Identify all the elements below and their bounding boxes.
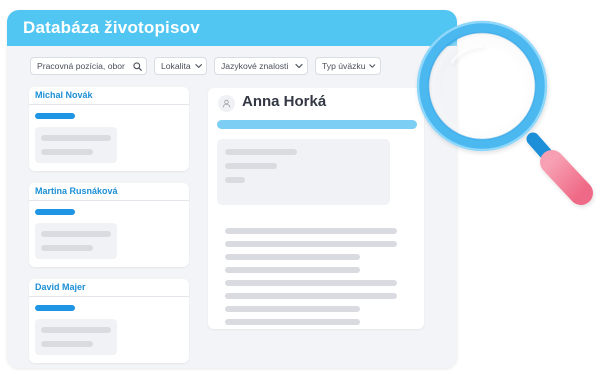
placeholder-line xyxy=(225,163,277,169)
candidate-card[interactable]: David Majer xyxy=(29,279,189,363)
search-input[interactable]: Pracovná pozícia, obor xyxy=(30,57,147,75)
placeholder-line xyxy=(225,306,360,312)
placeholder-line xyxy=(225,319,360,325)
page-title: Databáza životopisov xyxy=(23,18,200,37)
chevron-down-icon xyxy=(369,64,376,68)
placeholder-line xyxy=(225,254,360,260)
detail-highlight-bar xyxy=(217,120,417,129)
candidate-detail-panel: Anna Horká xyxy=(208,88,424,329)
candidate-card[interactable]: Michal Novák xyxy=(29,87,189,171)
placeholder-line xyxy=(41,149,93,155)
filter-bar: Pracovná pozícia, obor Lokalita Jazykové… xyxy=(30,57,381,75)
placeholder-line xyxy=(225,241,397,247)
candidate-summary-box xyxy=(35,319,117,355)
placeholder-line xyxy=(225,267,360,273)
location-dropdown[interactable]: Lokalita xyxy=(154,57,207,75)
location-dropdown-label: Lokalita xyxy=(161,61,191,71)
placeholder-line xyxy=(41,231,111,237)
search-icon xyxy=(133,61,142,71)
cv-database-window: Databáza životopisov Pracovná pozícia, o… xyxy=(7,10,457,368)
job-type-dropdown-label: Typ úväzku xyxy=(322,61,366,71)
placeholder-line xyxy=(225,228,397,234)
placeholder-line xyxy=(225,149,297,155)
candidate-name: David Majer xyxy=(29,279,189,297)
search-input-placeholder: Pracovná pozícia, obor xyxy=(37,61,125,71)
candidate-summary-box xyxy=(35,223,117,259)
job-type-dropdown[interactable]: Typ úväzku xyxy=(315,57,381,75)
chevron-down-icon xyxy=(295,63,303,69)
placeholder-line xyxy=(41,327,111,333)
detail-candidate-name: Anna Horká xyxy=(242,93,327,110)
candidate-tag xyxy=(35,209,75,215)
languages-dropdown-label: Jazykové znalosti xyxy=(221,61,289,71)
candidate-card[interactable]: Martina Rusnáková xyxy=(29,183,189,267)
languages-dropdown[interactable]: Jazykové znalosti xyxy=(214,57,308,75)
chevron-down-icon xyxy=(194,64,202,68)
candidate-tag xyxy=(35,113,75,119)
placeholder-line xyxy=(41,245,93,251)
candidate-tag xyxy=(35,305,75,311)
user-icon xyxy=(218,95,235,112)
placeholder-line xyxy=(225,293,397,299)
placeholder-line xyxy=(41,341,93,347)
placeholder-line xyxy=(41,135,111,141)
app-header: Databáza životopisov xyxy=(7,10,457,46)
detail-summary-box xyxy=(217,139,390,205)
candidate-name: Michal Novák xyxy=(29,87,189,105)
candidate-name: Martina Rusnáková xyxy=(29,183,189,201)
placeholder-line xyxy=(225,280,397,286)
placeholder-line xyxy=(225,177,245,183)
candidate-summary-box xyxy=(35,127,117,163)
